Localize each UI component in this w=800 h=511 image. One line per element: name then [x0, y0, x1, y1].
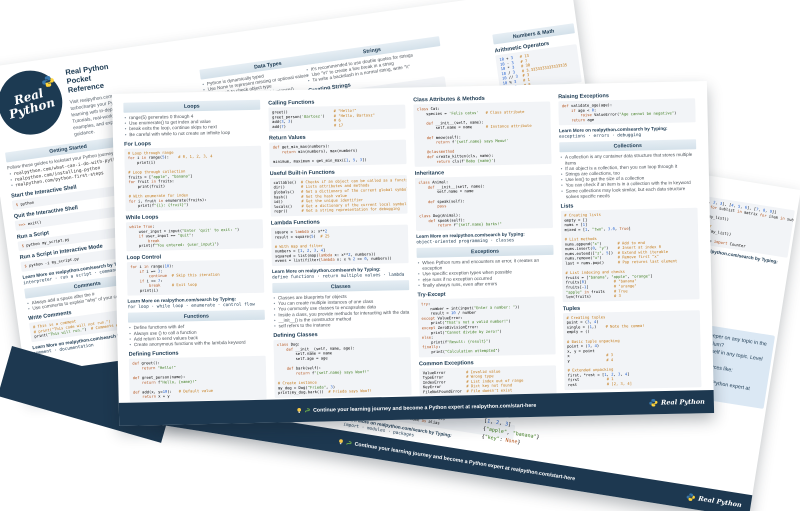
code-block: greet() # "Hello!"greet_person('Bartosz'…: [268, 105, 405, 132]
screenshot-root: Real Python Real Python Pocket Reference…: [0, 0, 800, 511]
section-header: Loops: [123, 100, 260, 113]
code-block: for i in range(10): if i == 3: continue …: [127, 259, 265, 296]
code-block: def greet(): return "Hello!" def greet_p…: [129, 356, 267, 402]
code-block: class Dog: def __init__(self, name, age)…: [273, 337, 411, 398]
learn-more: Learn More on realpython.com/search by T…: [416, 231, 553, 245]
code-block: # Loop through rangefor i in range(5): #…: [124, 146, 262, 212]
page-title: Real Python Pocket Reference: [65, 61, 123, 95]
logo-script-text: Real Python: [4, 85, 56, 121]
footer-text: Continue your learning journey and becom…: [313, 402, 536, 413]
bullet-list: When Python runs and encounters an error…: [417, 257, 555, 288]
real-python-logo: Real Python: [0, 66, 66, 138]
lightbulb-icon: [297, 407, 303, 414]
page1-header: Real Python Real Python Pocket Reference…: [0, 58, 129, 148]
learn-more: Learn More on realpython.com/search by T…: [559, 125, 696, 139]
code-block: square = lambda x: x**2result = square(5…: [271, 225, 409, 267]
code-block: try: number = int(input("Enter a number:…: [418, 296, 556, 357]
section-header: Classes: [272, 280, 409, 293]
realpython-brand: Real Python: [686, 492, 743, 510]
page2-column-3: Class Attributes & Methodsclass Cat: spe…: [413, 90, 557, 396]
realpython-brand: Real Python: [649, 397, 705, 407]
section-header: Collections: [559, 139, 696, 152]
bullet-list: range(5) generates 0 through 4Use enumer…: [123, 112, 260, 137]
code-block: class Animal: def __init__(self, name): …: [415, 175, 553, 231]
page2-column-2: Calling Functionsgreet() # "Hello!"greet…: [268, 94, 412, 400]
bullet-list: Define functions with defAlways use () t…: [128, 322, 265, 347]
snake-icon: [305, 407, 311, 413]
bullet-list: Classes are blueprints for objectsYou ca…: [272, 293, 410, 330]
section-header: Exceptions: [416, 245, 553, 258]
code-block: ValueError # Invalid valueTypeError # Wr…: [419, 365, 557, 396]
bullet-item: Some collections may look similar, but e…: [560, 186, 697, 200]
code-block: callable() # Checks if an object can be …: [270, 175, 408, 217]
page2-column-4: Raising Exceptionsdef validate_age(age):…: [558, 87, 702, 393]
brand-text: Real Python: [661, 398, 705, 406]
bullet-list: A collection is any container data struc…: [559, 152, 697, 200]
code-block: def get_min_max(numbers): return min(num…: [269, 140, 406, 167]
code-block: # Creating tuplespoint = (3, 4)single = …: [563, 310, 702, 390]
code-block: class Cat: species = 'Felis catus' # Cla…: [413, 101, 551, 167]
code-block: def validate_age(age): if age < 0: raise…: [558, 98, 695, 125]
page2-columns: Loopsrange(5) generates 0 through 4Use e…: [112, 81, 714, 403]
page2-column-1: Loopsrange(5) generates 0 through 4Use e…: [123, 97, 267, 403]
section-header: Functions: [128, 310, 265, 323]
learn-more: Learn More on realpython.com/search by T…: [272, 266, 409, 280]
sheet-page2: Loopsrange(5) generates 0 through 4Use e…: [112, 81, 714, 426]
learn-more: Learn More on realpython.com/search by T…: [127, 296, 264, 310]
code-block: # Creating listsempty = []nums = [1]mixe…: [561, 208, 700, 302]
lightbulb-icon: [338, 438, 344, 445]
footer-message: Continue your learning journey and becom…: [297, 402, 537, 414]
brand-text: Real Python: [698, 495, 743, 509]
python-icon: [649, 398, 658, 407]
python-icon: [686, 492, 696, 502]
snake-icon: [346, 440, 353, 447]
code-block: while True: user_input = input("Enter 'q…: [126, 219, 264, 251]
